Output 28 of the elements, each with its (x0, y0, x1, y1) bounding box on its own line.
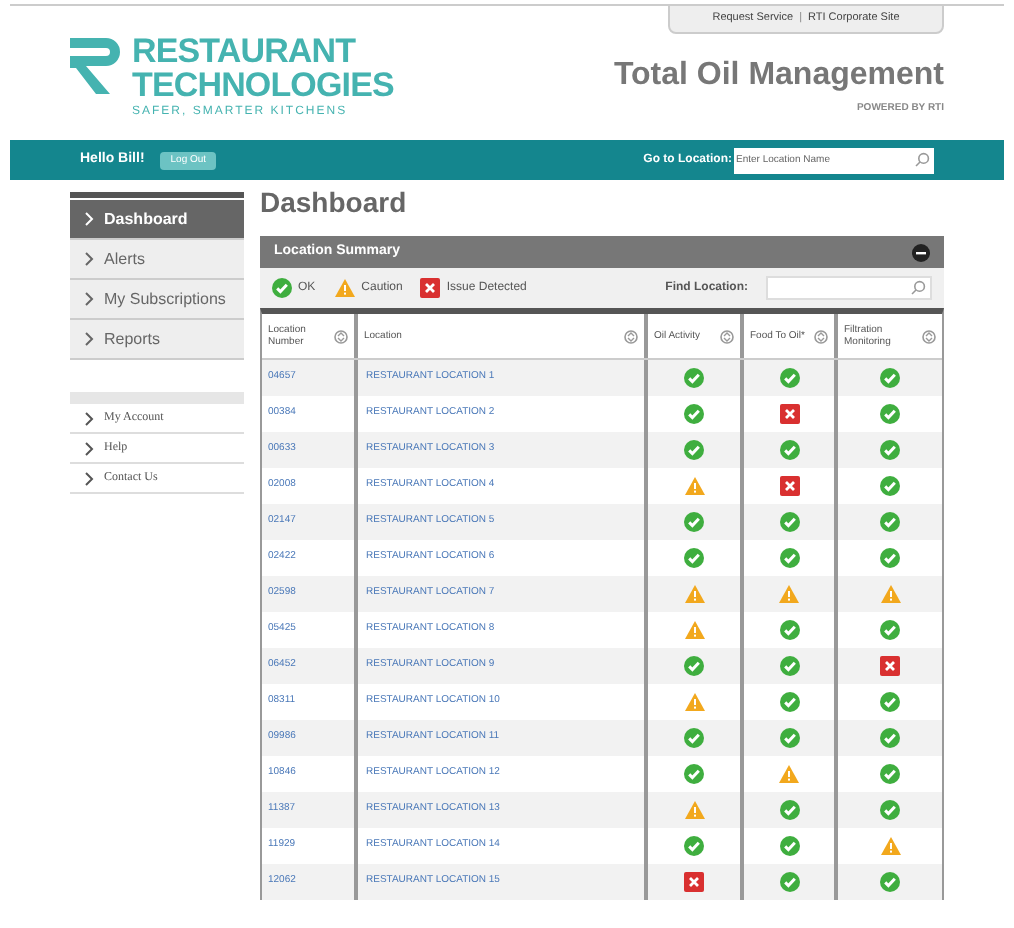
sort-icon[interactable] (720, 329, 734, 343)
chevron-icon (84, 411, 94, 425)
error-icon (420, 278, 441, 298)
sort-icon[interactable] (334, 329, 348, 343)
collapse-icon[interactable] (912, 243, 930, 261)
logo-icon (70, 34, 122, 94)
chevron-icon (84, 292, 94, 306)
chevron-icon (84, 212, 94, 226)
chevron-icon (84, 471, 94, 485)
warning-icon (333, 278, 356, 298)
sort-icon[interactable] (922, 329, 936, 343)
chevron-icon (84, 252, 94, 266)
search-icon[interactable] (910, 280, 926, 296)
product-title: Total Oil Management (613, 60, 944, 92)
sort-icon[interactable] (624, 329, 638, 343)
find-location-field[interactable] (766, 276, 932, 300)
page-title: Dashboard (260, 188, 409, 222)
sidebar-item[interactable]: Dashboard (70, 200, 244, 240)
check-icon (272, 278, 292, 298)
search-icon[interactable] (914, 152, 930, 168)
chevron-icon (84, 441, 94, 455)
sort-icon[interactable] (814, 329, 828, 343)
sidebar-item[interactable]: Alerts (70, 240, 244, 280)
sidebar-item[interactable]: Reports (70, 320, 244, 360)
sidebar-item[interactable]: My Subscriptions (70, 280, 244, 320)
chevron-icon (84, 332, 94, 346)
logo-text: RESTAURANT (132, 34, 358, 68)
logo-text: TECHNOLOGIES (132, 68, 394, 102)
